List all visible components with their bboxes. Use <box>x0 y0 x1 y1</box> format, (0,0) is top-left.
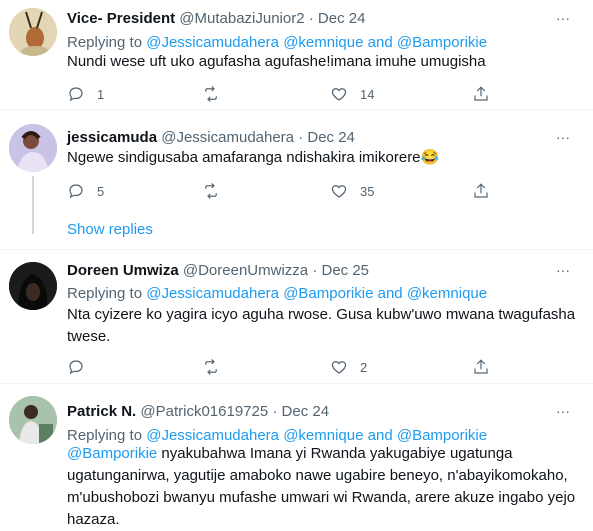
tweet-date[interactable]: Dec 24 <box>282 403 330 420</box>
replying-to: Replying to @Jessicamudahera @kemnique a… <box>67 34 487 51</box>
thread-line <box>32 176 34 234</box>
separator-dot: · <box>272 403 278 420</box>
reply-count: 1 <box>97 86 105 102</box>
share-button[interactable] <box>472 182 490 200</box>
display-name[interactable]: Doreen Umwiza <box>67 262 179 279</box>
tweet-text: @Bamporikie nyakubahwa Imana yi Rwanda y… <box>67 443 577 531</box>
more-icon[interactable]: ··· <box>556 262 570 278</box>
tweet-actions: 5 35 <box>67 182 490 202</box>
mention-joiner: and <box>367 34 393 51</box>
like-count: 2 <box>360 359 368 375</box>
retweet-icon <box>205 183 217 199</box>
like-icon <box>331 361 347 374</box>
share-button[interactable] <box>472 358 490 376</box>
tweet[interactable]: Vice- President @MutabaziJunior2 · Dec 2… <box>0 0 593 110</box>
reply-button[interactable] <box>67 358 85 376</box>
retweet-button[interactable] <box>202 182 220 200</box>
tweet-text: Nundi wese uft uko agufasha agufashe!ima… <box>67 53 486 70</box>
reply-icon <box>69 87 83 102</box>
tweet-date[interactable]: Dec 24 <box>318 10 366 27</box>
reply-button[interactable]: 1 <box>67 85 104 103</box>
user-handle[interactable]: @MutabaziJunior2 <box>179 10 304 27</box>
replying-to: Replying to @Jessicamudahera @Bamporikie… <box>67 285 487 302</box>
more-icon[interactable]: ··· <box>556 403 570 419</box>
tweet-text: Ngewe sindigusaba amafaranga ndishakira … <box>67 149 440 166</box>
retweet-icon <box>205 359 217 375</box>
mention-link[interactable]: @Bamporikie <box>397 427 487 444</box>
tweet[interactable]: jessicamuda @Jessicamudahera · Dec 24 ··… <box>0 110 593 250</box>
mention-joiner: and <box>367 427 393 444</box>
share-icon <box>474 86 488 101</box>
mention-link[interactable]: @Jessicamudahera <box>146 285 279 302</box>
reply-icon <box>69 184 83 199</box>
mention-link[interactable]: @kemnique <box>283 427 363 444</box>
mention-link[interactable]: @kemnique <box>407 285 487 302</box>
reply-count: 5 <box>97 183 105 199</box>
retweet-button[interactable] <box>202 358 220 376</box>
share-icon <box>474 183 488 198</box>
display-name[interactable]: Vice- President <box>67 10 175 27</box>
replying-to: Replying to @Jessicamudahera @kemnique a… <box>67 427 487 444</box>
like-count: 14 <box>360 86 375 102</box>
mention-link[interactable]: @kemnique <box>283 34 363 51</box>
show-replies-link[interactable]: Show replies <box>67 221 153 238</box>
mention-joiner: and <box>377 285 403 302</box>
avatar[interactable] <box>9 262 57 310</box>
user-handle[interactable]: @DoreenUmwizza <box>183 262 308 279</box>
tweet-actions: 2 <box>67 358 490 378</box>
like-button[interactable]: 14 <box>330 85 374 103</box>
like-icon <box>331 88 347 101</box>
like-button[interactable]: 35 <box>330 182 374 200</box>
replying-prefix: Replying to <box>67 427 143 444</box>
tweet-date[interactable]: Dec 24 <box>307 129 355 146</box>
user-handle[interactable]: @Patrick01619725 <box>140 403 268 420</box>
replying-prefix: Replying to <box>67 34 143 51</box>
separator-dot: · <box>298 129 304 146</box>
avatar[interactable] <box>9 396 57 444</box>
like-count: 35 <box>360 183 375 199</box>
display-name[interactable]: Patrick N. <box>67 403 136 420</box>
retweet-icon <box>205 86 217 102</box>
reply-button[interactable]: 5 <box>67 182 104 200</box>
mention-link[interactable]: @Bamporikie <box>397 34 487 51</box>
tweet-text: Nta cyizere ko yagira icyo aguha rwose. … <box>67 306 576 345</box>
mention-link[interactable]: @Bamporikie <box>283 285 373 302</box>
avatar[interactable] <box>9 124 57 172</box>
separator-dot: · <box>312 262 318 279</box>
display-name[interactable]: jessicamuda <box>67 129 157 146</box>
tweet[interactable]: Patrick N. @Patrick01619725 · Dec 24 ···… <box>0 384 593 528</box>
avatar[interactable] <box>9 8 57 56</box>
separator-dot: · <box>308 10 314 27</box>
mention-link[interactable]: @Bamporikie <box>67 445 157 462</box>
mention-link[interactable]: @Jessicamudahera <box>146 427 279 444</box>
reply-icon <box>69 360 83 375</box>
mention-link[interactable]: @Jessicamudahera <box>146 34 279 51</box>
replying-prefix: Replying to <box>67 285 143 302</box>
more-icon[interactable]: ··· <box>556 129 570 145</box>
like-icon <box>331 185 347 198</box>
share-icon <box>474 359 488 374</box>
more-icon[interactable]: ··· <box>556 10 570 26</box>
like-button[interactable]: 2 <box>330 358 367 376</box>
share-button[interactable] <box>472 85 490 103</box>
tweet[interactable]: Doreen Umwiza @DoreenUmwizza · Dec 25 ··… <box>0 250 593 384</box>
retweet-button[interactable] <box>202 85 220 103</box>
tweet-actions: 1 14 <box>67 85 490 105</box>
user-handle[interactable]: @Jessicamudahera <box>161 129 294 146</box>
tweet-date[interactable]: Dec 25 <box>321 262 369 279</box>
